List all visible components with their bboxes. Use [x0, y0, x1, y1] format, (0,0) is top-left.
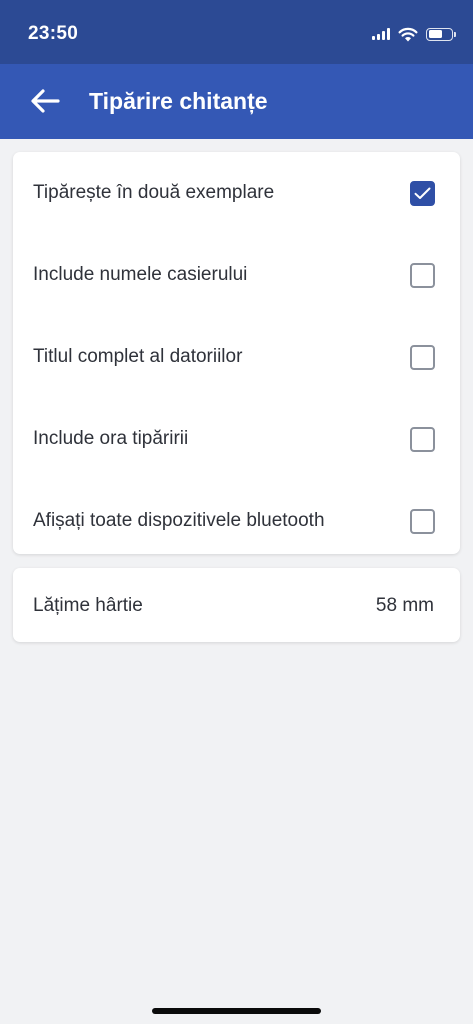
receipt-options-card: Tipărește în două exemplare Include nume…	[13, 152, 460, 554]
option-row-two-copies[interactable]: Tipărește în două exemplare	[13, 152, 460, 234]
bluetooth-devices-checkbox[interactable]	[410, 508, 435, 534]
wifi-icon	[398, 27, 418, 41]
app-bar: Tipărire chitanțe	[0, 64, 473, 139]
back-button[interactable]	[22, 78, 68, 124]
option-row-full-debt-title[interactable]: Titlul complet al datoriilor	[13, 316, 460, 398]
option-label: Titlul complet al datoriilor	[33, 346, 243, 367]
print-time-checkbox[interactable]	[410, 426, 435, 452]
option-row-print-time[interactable]: Include ora tipăririi	[13, 398, 460, 480]
option-label: Tipărește în două exemplare	[33, 182, 275, 203]
cellular-signal-icon	[372, 28, 390, 40]
paper-width-value: 58 mm	[375, 595, 434, 616]
two-copies-checkbox[interactable]	[410, 180, 435, 206]
page-title: Tipărire chitanțe	[89, 88, 268, 114]
option-label: Include ora tipăririi	[33, 428, 189, 449]
paper-width-label: Lățime hârtie	[33, 595, 143, 616]
cashier-name-checkbox[interactable]	[410, 262, 435, 288]
status-bar: 23:50	[0, 0, 473, 64]
status-time: 23:50	[28, 23, 79, 44]
option-row-cashier-name[interactable]: Include numele casierului	[13, 234, 460, 316]
battery-icon	[426, 27, 456, 41]
paper-width-row[interactable]: Lățime hârtie 58 mm	[13, 568, 460, 642]
paper-width-card: Lățime hârtie 58 mm	[13, 568, 460, 642]
full-debt-title-checkbox[interactable]	[410, 344, 435, 370]
arrow-left-icon	[31, 89, 60, 113]
option-label: Afișați toate dispozitivele bluetooth	[33, 510, 325, 531]
option-row-bluetooth-devices[interactable]: Afișați toate dispozitivele bluetooth	[13, 480, 460, 562]
home-indicator	[152, 1008, 321, 1014]
status-icons	[372, 25, 456, 43]
checkmark-icon	[414, 187, 431, 199]
option-label: Include numele casierului	[33, 264, 248, 285]
